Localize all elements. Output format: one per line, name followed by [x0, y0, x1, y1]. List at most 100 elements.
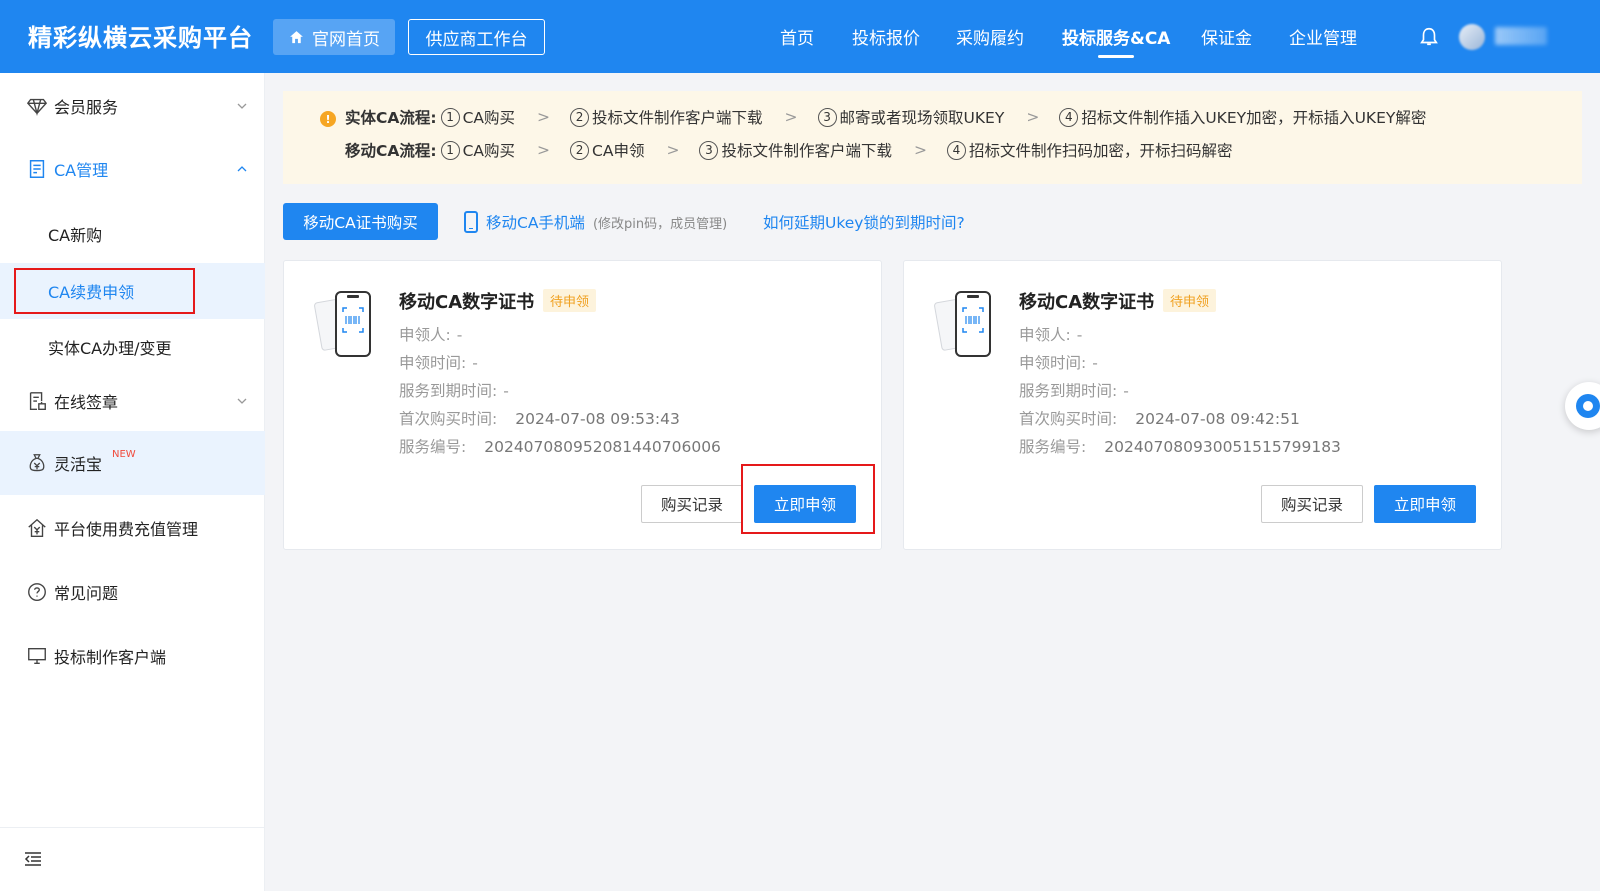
- sidebar-item-faq[interactable]: 常见问题: [0, 576, 265, 608]
- purchase-record-button[interactable]: 购买记录: [1261, 485, 1363, 523]
- sidebar-item-label: 会员服务: [54, 98, 119, 117]
- sidebar: 会员服务 CA管理 CA新购 CA续费申领 实体CA办理/变更 在线签章 灵活宝…: [0, 73, 265, 891]
- nav-enterprise[interactable]: 企业管理: [1289, 0, 1357, 73]
- mobile-step-4: 招标文件制作扫码加密，开标扫码解密: [968, 142, 1233, 160]
- card-title: 移动CA数字证书: [1019, 292, 1155, 313]
- chevron-up-icon: [237, 166, 247, 172]
- nav-deposit[interactable]: 保证金: [1201, 0, 1252, 73]
- chevron-down-icon: [237, 398, 247, 404]
- ukey-extend-link[interactable]: 如何延期Ukey锁的到期时间?: [763, 211, 965, 233]
- menu-collapse-icon[interactable]: [23, 849, 43, 869]
- field-label: 服务到期时间:: [1019, 382, 1118, 400]
- ca-certificate-card: 移动CA数字证书 待申领 申领人: - 申领时间: - 服务到期时间: - 首次购买时…: [283, 260, 882, 550]
- nav-bidding[interactable]: 投标报价: [852, 0, 920, 73]
- step-number: 1: [440, 140, 460, 160]
- linghuobao-label: 灵活宝: [54, 455, 103, 474]
- apply-now-button[interactable]: 立即申领: [754, 485, 856, 523]
- field-value: 202407080952081440706006: [484, 438, 721, 456]
- new-badge: NEW: [112, 449, 136, 460]
- sidebar-sub-ca-renew[interactable]: CA续费申领: [0, 263, 265, 319]
- field-value: -: [1076, 326, 1083, 344]
- brand-title: 精彩纵横云采购平台: [28, 24, 253, 52]
- field-label: 服务到期时间:: [399, 382, 498, 400]
- official-home-button[interactable]: 官网首页: [273, 19, 395, 55]
- card-title: 移动CA数字证书: [399, 292, 535, 313]
- field-value: -: [456, 326, 463, 344]
- sidebar-sub-ca-new[interactable]: CA新购: [0, 206, 265, 262]
- sidebar-sub-label: 实体CA办理/变更: [48, 339, 172, 358]
- sidebar-item-label: 灵活宝: [54, 451, 102, 475]
- bell-icon[interactable]: [1418, 25, 1440, 49]
- phone-icon: [464, 211, 478, 233]
- avatar[interactable]: [1459, 24, 1485, 50]
- step-number: 2: [570, 140, 590, 160]
- field-label: 申领人:: [1019, 326, 1071, 344]
- expire-time-field: 服务到期时间: -: [399, 379, 509, 401]
- first-buy-time-field: 首次购买时间: 2024-07-08 09:53:43: [399, 407, 680, 429]
- nav-home[interactable]: 首页: [780, 0, 814, 73]
- house-yen-icon: [28, 518, 46, 537]
- mobile-step-3: 投标文件制作客户端下载: [721, 142, 892, 160]
- step-number: 4: [1059, 107, 1079, 127]
- username-blurred[interactable]: [1495, 27, 1547, 45]
- sidebar-item-platform-fee[interactable]: 平台使用费充值管理: [0, 512, 265, 544]
- sidebar-sub-label: CA续费申领: [48, 283, 135, 302]
- physical-step-3: 邮寄或者现场领取UKEY: [839, 109, 1005, 127]
- applicant-field: 申领人: -: [399, 323, 462, 345]
- physical-step-4: 招标文件制作插入UKEY加密，开标插入UKEY解密: [1081, 109, 1427, 127]
- physical-ca-label: 实体CA流程:: [345, 109, 437, 127]
- purchase-record-button[interactable]: 购买记录: [641, 485, 743, 523]
- step-number: 2: [570, 107, 590, 127]
- chevron-right-icon: >: [666, 141, 680, 159]
- chevron-right-icon: >: [537, 108, 551, 126]
- first-buy-time-field: 首次购买时间: 2024-07-08 09:42:51: [1019, 407, 1300, 429]
- field-value: 202407080930051515799183: [1104, 438, 1341, 456]
- apply-time-field: 申领时间: -: [399, 351, 478, 373]
- supplier-workbench-button[interactable]: 供应商工作台: [408, 19, 545, 55]
- sidebar-item-label: 投标制作客户端: [54, 648, 167, 667]
- mobile-link-note: (修改pin码，成员管理): [592, 216, 728, 232]
- sidebar-item-ca-manage[interactable]: CA管理: [0, 153, 265, 185]
- mobile-certificate-icon: [934, 291, 991, 357]
- money-bag-icon: [29, 454, 45, 472]
- expire-time-field: 服务到期时间: -: [1019, 379, 1129, 401]
- sidebar-item-member[interactable]: 会员服务: [0, 90, 265, 122]
- applicant-field: 申领人: -: [1019, 323, 1082, 345]
- field-value: -: [1123, 382, 1129, 400]
- diamond-icon: [26, 98, 48, 117]
- buy-mobile-ca-button[interactable]: 移动CA证书购买: [283, 203, 438, 240]
- mobile-link-label: 移动CA手机端: [486, 214, 585, 232]
- sidebar-item-label: 常见问题: [54, 584, 119, 603]
- question-circle-icon: [28, 583, 46, 601]
- sidebar-item-linghuobao[interactable]: 灵活宝 NEW: [0, 431, 265, 495]
- top-header: 精彩纵横云采购平台 官网首页 供应商工作台 首页 投标报价 采购履约 投标服务&…: [0, 0, 1600, 73]
- field-value: -: [503, 382, 509, 400]
- mobile-certificate-icon: [314, 291, 371, 357]
- ca-process-notice: ! 实体CA流程: 1 CA购买 > 2 投标文件制作客户端下载 > 3 邮寄或者现场…: [283, 91, 1582, 184]
- physical-ca-process: 实体CA流程: 1 CA购买 > 2 投标文件制作客户端下载 > 3 邮寄或者现场领取…: [345, 106, 1426, 128]
- sidebar-sub-physical-ca[interactable]: 实体CA办理/变更: [0, 319, 265, 375]
- apply-now-button[interactable]: 立即申领: [1374, 485, 1476, 523]
- mobile-ca-process: 移动CA流程: 1 CA购买 > 2 CA申领 > 3 投标文件制作客户端下载 > 4…: [345, 139, 1232, 161]
- service-no-field: 服务编号: 202407080930051515799183: [1019, 435, 1341, 457]
- sidebar-item-online-seal[interactable]: 在线签章: [0, 385, 265, 417]
- chevron-right-icon: >: [913, 141, 927, 159]
- monitor-icon: [28, 647, 46, 665]
- service-no-field: 服务编号: 202407080952081440706006: [399, 435, 721, 457]
- sidebar-item-label: CA管理: [54, 161, 109, 180]
- sidebar-item-label: 在线签章: [54, 393, 119, 412]
- status-badge: 待申领: [543, 289, 597, 312]
- mobile-step-2: CA申领: [592, 142, 645, 160]
- step-number: 1: [440, 107, 460, 127]
- field-label: 首次购买时间:: [1019, 410, 1118, 428]
- mobile-ca-app-link[interactable]: 移动CA手机端 (修改pin码，成员管理): [464, 211, 727, 233]
- field-label: 服务编号:: [399, 438, 467, 456]
- nav-procurement[interactable]: 采购履约: [956, 0, 1024, 73]
- mobile-ca-label: 移动CA流程:: [345, 142, 437, 160]
- floating-chat-button[interactable]: [1565, 382, 1600, 430]
- sidebar-item-client[interactable]: 投标制作客户端: [0, 640, 265, 672]
- field-value: -: [472, 354, 478, 372]
- nav-bid-service-ca[interactable]: 投标服务&CA: [1062, 0, 1170, 73]
- step-number: 4: [946, 140, 966, 160]
- field-label: 申领时间:: [1019, 354, 1087, 372]
